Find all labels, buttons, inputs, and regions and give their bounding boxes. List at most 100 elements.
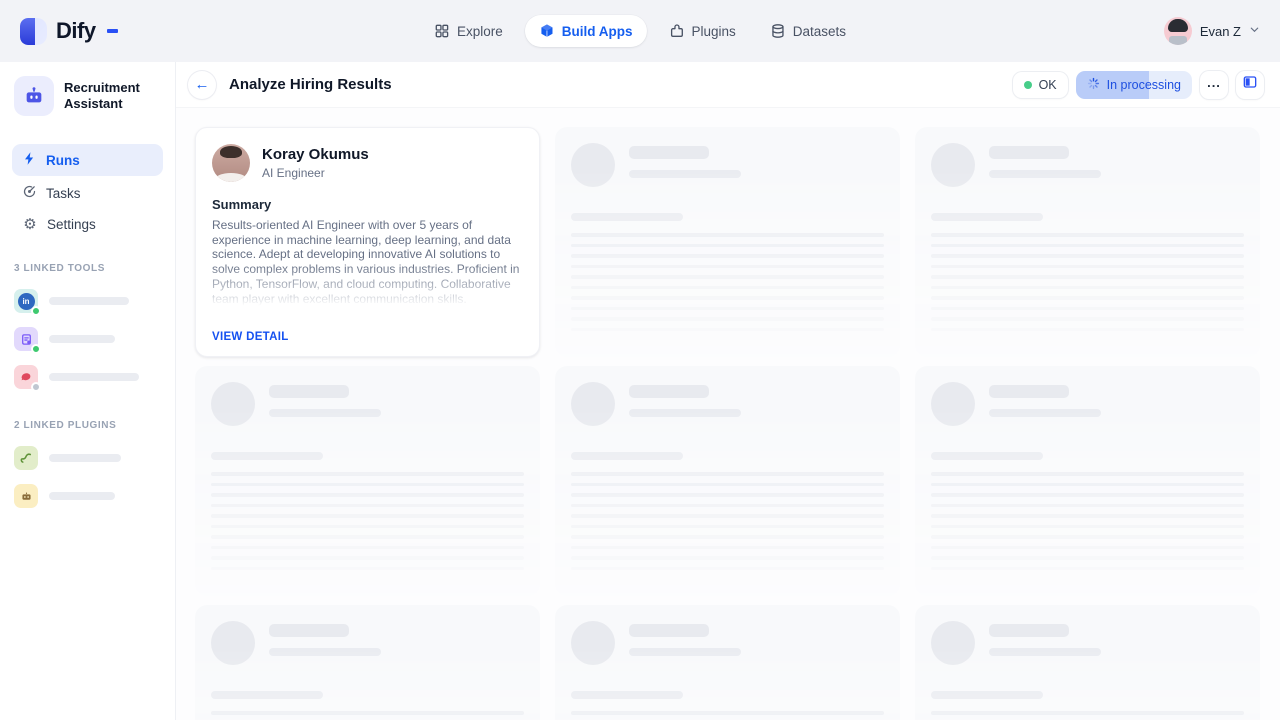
line-placeholder <box>211 556 524 560</box>
line-placeholder <box>931 567 1244 571</box>
sidebar-item-tasks[interactable]: Tasks <box>12 177 163 209</box>
role-placeholder <box>989 648 1101 656</box>
linked-tool-chat[interactable] <box>12 358 163 396</box>
linked-tool-form[interactable] <box>12 320 163 358</box>
linked-plugin-robot[interactable] <box>12 477 163 515</box>
text-placeholder <box>571 472 884 570</box>
sidebar-item-runs[interactable]: Runs <box>12 144 163 176</box>
line-placeholder <box>571 265 884 269</box>
linked-tools-label: 3 LINKED TOOLS <box>14 263 161 274</box>
line-placeholder <box>571 504 884 508</box>
line-placeholder <box>931 265 1244 269</box>
form-icon <box>14 327 38 351</box>
line-placeholder <box>931 317 1244 321</box>
line-placeholder <box>931 546 1244 550</box>
line-placeholder <box>931 233 1244 237</box>
page-title: Analyze Hiring Results <box>229 76 392 93</box>
nav-datasets[interactable]: Datasets <box>758 15 858 47</box>
candidate-avatar <box>212 144 250 182</box>
text-placeholder <box>211 472 524 570</box>
heading-placeholder <box>931 691 1043 699</box>
line-placeholder <box>571 514 884 518</box>
heading-placeholder <box>931 452 1043 460</box>
sidebar-item-settings[interactable]: ⚙ Settings <box>12 210 163 239</box>
line-placeholder <box>571 535 884 539</box>
avatar-placeholder <box>931 143 975 187</box>
user-avatar <box>1164 17 1192 45</box>
dify-logo-icon <box>20 18 47 45</box>
line-placeholder <box>571 307 884 311</box>
heading-placeholder <box>571 213 683 221</box>
processing-label: In processing <box>1107 78 1181 92</box>
user-menu[interactable]: Evan Z <box>1164 17 1260 45</box>
avatar-placeholder <box>211 382 255 426</box>
tool-name-placeholder <box>49 297 129 305</box>
back-arrow-icon: ← <box>195 77 210 92</box>
text-placeholder <box>211 711 524 720</box>
loading-result-card <box>555 127 900 357</box>
user-name: Evan Z <box>1200 24 1241 39</box>
line-placeholder <box>571 286 884 290</box>
line-placeholder <box>211 483 524 487</box>
role-placeholder <box>629 409 741 417</box>
bolt-icon <box>22 151 37 169</box>
line-placeholder <box>931 244 1244 248</box>
top-navigation: Dify Explore Build Apps <box>0 0 1280 62</box>
name-placeholder <box>269 624 349 637</box>
status-ok-badge[interactable]: OK <box>1013 72 1068 98</box>
sidebar-item-label: Runs <box>46 153 80 168</box>
linked-plugins-label: 2 LINKED PLUGINS <box>14 420 161 431</box>
brand-name: Dify <box>56 18 96 44</box>
sidebar: Recruitment Assistant Runs Tasks <box>0 62 176 720</box>
more-button[interactable]: ... <box>1200 71 1228 99</box>
spinner-icon <box>1087 77 1100 93</box>
summary-heading: Summary <box>212 197 523 212</box>
line-placeholder <box>571 254 884 258</box>
nav-plugins[interactable]: Plugins <box>656 15 747 47</box>
line-placeholder <box>571 493 884 497</box>
avatar-placeholder <box>931 382 975 426</box>
name-placeholder <box>989 624 1069 637</box>
panel-toggle-button[interactable] <box>1236 71 1264 99</box>
linked-plugin-snake[interactable] <box>12 439 163 477</box>
plugin-name-placeholder <box>49 492 115 500</box>
app-header[interactable]: Recruitment Assistant <box>12 74 163 130</box>
loading-result-card <box>195 366 540 596</box>
heading-placeholder <box>211 691 323 699</box>
role-placeholder <box>989 170 1101 178</box>
heading-placeholder <box>571 691 683 699</box>
view-detail-link[interactable]: VIEW DETAIL <box>212 331 289 343</box>
sidebar-nav: Runs Tasks ⚙ Settings <box>12 144 163 239</box>
linked-tool-linkedin[interactable]: in <box>12 282 163 320</box>
loading-result-card <box>555 605 900 720</box>
line-placeholder <box>931 504 1244 508</box>
nav-label: Build Apps <box>562 24 633 39</box>
database-icon <box>770 23 786 39</box>
sidebar-item-label: Tasks <box>46 186 81 201</box>
cube-icon <box>539 23 555 39</box>
text-placeholder <box>931 472 1244 570</box>
role-placeholder <box>629 170 741 178</box>
summary-text: Results-oriented AI Engineer with over 5… <box>212 218 523 306</box>
result-card[interactable]: Koray Okumus AI Engineer Summary Results… <box>195 127 540 357</box>
dify-logo[interactable]: Dify <box>20 18 118 45</box>
linkedin-icon: in <box>14 289 38 313</box>
back-button[interactable]: ← <box>188 71 216 99</box>
text-placeholder <box>931 233 1244 331</box>
nav-build-apps[interactable]: Build Apps <box>525 15 647 47</box>
sidebar-item-label: Settings <box>47 217 96 232</box>
nav-explore[interactable]: Explore <box>422 15 515 47</box>
robot-icon <box>14 76 54 116</box>
role-placeholder <box>269 409 381 417</box>
line-placeholder <box>931 493 1244 497</box>
status-processing-badge[interactable]: In processing <box>1076 71 1192 99</box>
text-placeholder <box>571 711 884 720</box>
robot-plugin-icon <box>14 484 38 508</box>
line-placeholder <box>931 556 1244 560</box>
heading-placeholder <box>211 452 323 460</box>
status-dot <box>31 382 41 392</box>
line-placeholder <box>211 567 524 571</box>
line-placeholder <box>571 567 884 571</box>
page-header: ← Analyze Hiring Results OK <box>176 62 1280 108</box>
line-placeholder <box>211 504 524 508</box>
